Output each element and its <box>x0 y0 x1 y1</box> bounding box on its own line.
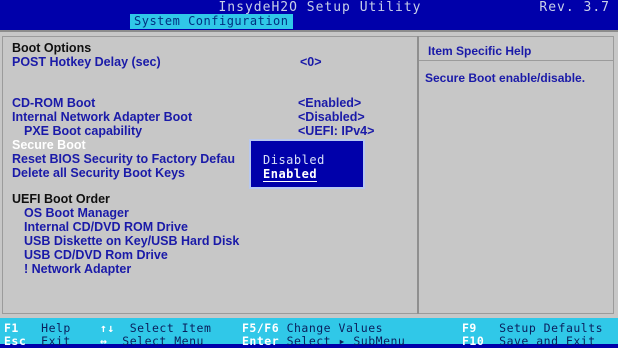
hotkey-enter: Enter Select ▸ SubMenu <box>242 334 405 348</box>
popup-option-enabled[interactable]: Enabled <box>263 167 318 182</box>
help-text: Secure Boot enable/disable. <box>425 71 586 85</box>
hotkey-f1-desc: Help <box>41 321 71 335</box>
hotkey-f10: F10 Save and Exit <box>462 334 596 348</box>
title-bar: InsydeH2O Setup Utility Rev. 3.7 System … <box>0 0 618 30</box>
hotkey-esc-key: Esc <box>4 334 27 348</box>
section-uefi-boot-order: UEFI Boot Order <box>12 192 110 206</box>
boot-order-os-boot-manager[interactable]: OS Boot Manager <box>24 206 129 220</box>
secure-boot-popup: Disabled Enabled <box>249 139 365 189</box>
option-post-hotkey-delay[interactable]: POST Hotkey Delay (sec) <box>12 55 161 69</box>
panel-divider <box>417 36 419 314</box>
hotkey-f1: F1 Help <box>4 321 71 335</box>
hotkey-updown: ↑↓ Select Item <box>100 321 211 335</box>
hotkey-leftright: ↔ Select Menu <box>100 334 204 348</box>
boot-order-usb-cd-dvd[interactable]: USB CD/DVD Rom Drive <box>24 248 168 262</box>
hotkey-esc: Esc Exit <box>4 334 71 348</box>
hotkey-f1-key: F1 <box>4 321 19 335</box>
hotkey-updown-desc: Select Item <box>129 321 212 335</box>
value-network-adapter-boot[interactable]: <Disabled> <box>298 110 365 124</box>
option-pxe-boot-capability[interactable]: PXE Boot capability <box>24 124 142 138</box>
option-cdrom-boot[interactable]: CD-ROM Boot <box>12 96 95 110</box>
option-delete-security-keys[interactable]: Delete all Security Boot Keys <box>12 166 185 180</box>
hotkey-enter-desc: Select ▸ SubMenu <box>286 334 406 348</box>
boot-order-cd-dvd-rom[interactable]: Internal CD/DVD ROM Drive <box>24 220 188 234</box>
hotkey-leftright-desc: Select Menu <box>122 334 204 348</box>
section-boot-options: Boot Options <box>12 41 92 55</box>
tab-system-configuration[interactable]: System Configuration <box>130 14 293 29</box>
option-reset-bios-security[interactable]: Reset BIOS Security to Factory Defau <box>12 152 235 166</box>
option-network-adapter-boot[interactable]: Internal Network Adapter Boot <box>12 110 192 124</box>
hotkey-f5f6-key: F5/F6 <box>242 321 280 335</box>
popup-option-enabled-label: Enabled <box>263 167 318 182</box>
hotkey-f5f6: F5/F6 Change Values <box>242 321 383 335</box>
hotkey-leftright-key: ↔ <box>100 334 108 348</box>
value-pxe-boot-capability[interactable]: <UEFI: IPv4> <box>298 124 374 138</box>
value-post-hotkey-delay[interactable]: <0> <box>300 55 322 69</box>
hotkey-f5f6-desc: Change Values <box>286 321 384 335</box>
help-title: Item Specific Help <box>428 44 532 58</box>
hotkey-bar: F1 Help ↑↓ Select Item F5/F6 Change Valu… <box>0 318 618 348</box>
option-secure-boot[interactable]: Secure Boot <box>12 138 86 152</box>
hotkey-f10-desc: Save and Exit <box>499 334 596 348</box>
hotkey-esc-desc: Exit <box>41 334 71 348</box>
popup-option-disabled[interactable]: Disabled <box>263 153 325 167</box>
help-divider <box>419 60 614 61</box>
hotkey-updown-key: ↑↓ <box>100 321 115 335</box>
value-cdrom-boot[interactable]: <Enabled> <box>298 96 361 110</box>
hotkey-enter-key: Enter <box>242 334 280 348</box>
revision-label: Rev. 3.7 <box>539 0 610 15</box>
hotkey-f9-key: F9 <box>462 321 477 335</box>
boot-order-network-adapter[interactable]: ! Network Adapter <box>24 262 131 276</box>
app-title: InsydeH2O Setup Utility <box>218 0 422 15</box>
boot-order-usb-diskette[interactable]: USB Diskette on Key/USB Hard Disk <box>24 234 239 248</box>
hotkey-f9: F9 Setup Defaults <box>462 321 603 335</box>
hotkey-f10-key: F10 <box>462 334 485 348</box>
hotkey-f9-desc: Setup Defaults <box>499 321 604 335</box>
